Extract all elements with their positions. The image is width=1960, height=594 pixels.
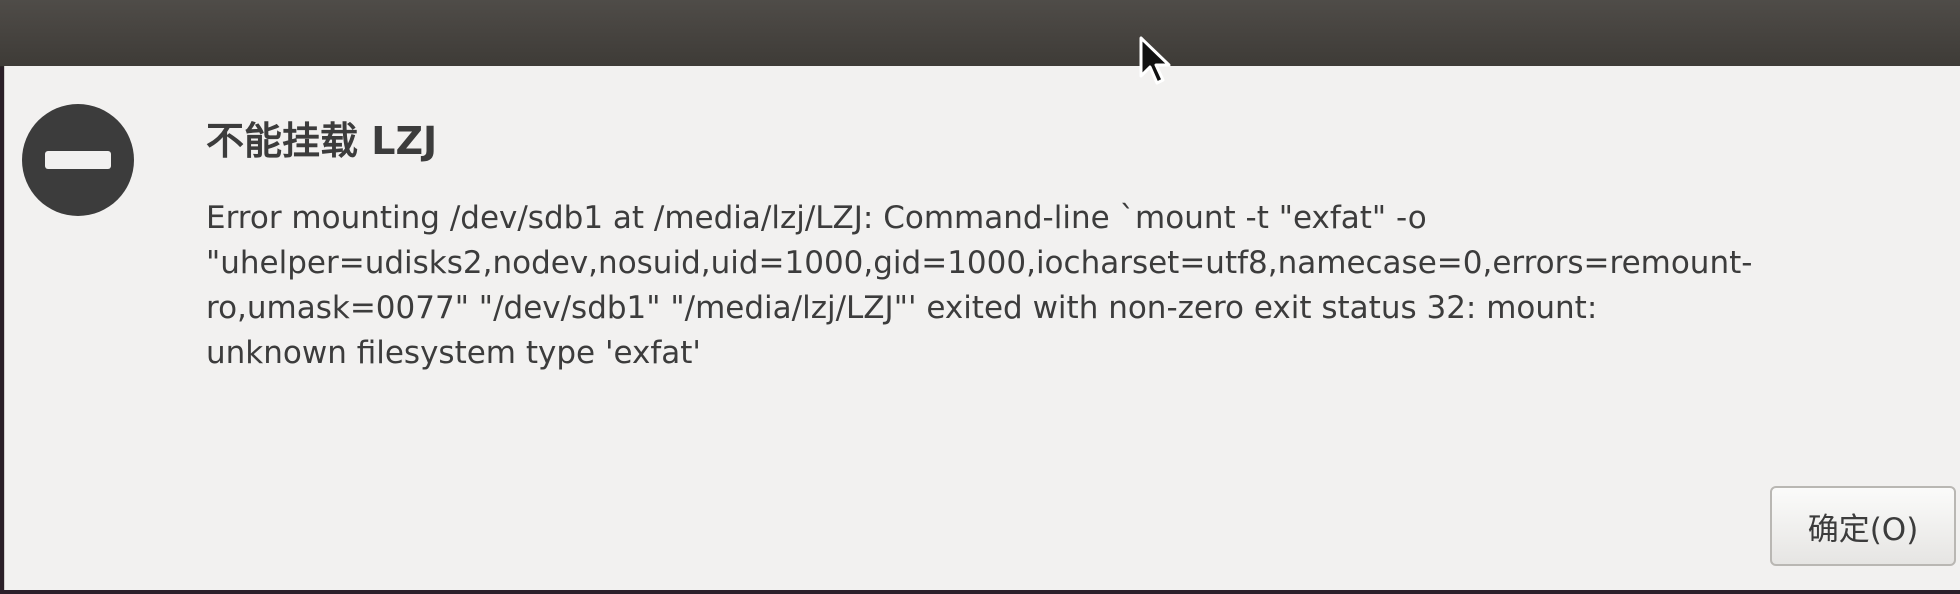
error-message-line: unknown filesystem type 'exfat' (206, 335, 701, 371)
ok-button[interactable]: 确定(O) (1770, 486, 1956, 566)
error-message-line: "uhelper=udisks2,nodev,nosuid,uid=1000,g… (206, 245, 1753, 281)
error-icon (22, 104, 134, 216)
desktop-background-strip (0, 590, 1960, 594)
error-message: Error mounting /dev/sdb1 at /media/lzj/L… (206, 196, 1956, 376)
dialog-title: 不能挂载 LZJ (206, 119, 438, 163)
window-titlebar[interactable] (0, 0, 1960, 67)
error-message-line: Error mounting /dev/sdb1 at /media/lzj/L… (206, 200, 1427, 236)
mouse-cursor-icon (1139, 36, 1171, 85)
error-message-line: ro,umask=0077" "/dev/sdb1" "/media/lzj/L… (206, 290, 1598, 326)
error-icon-bar (45, 151, 111, 169)
